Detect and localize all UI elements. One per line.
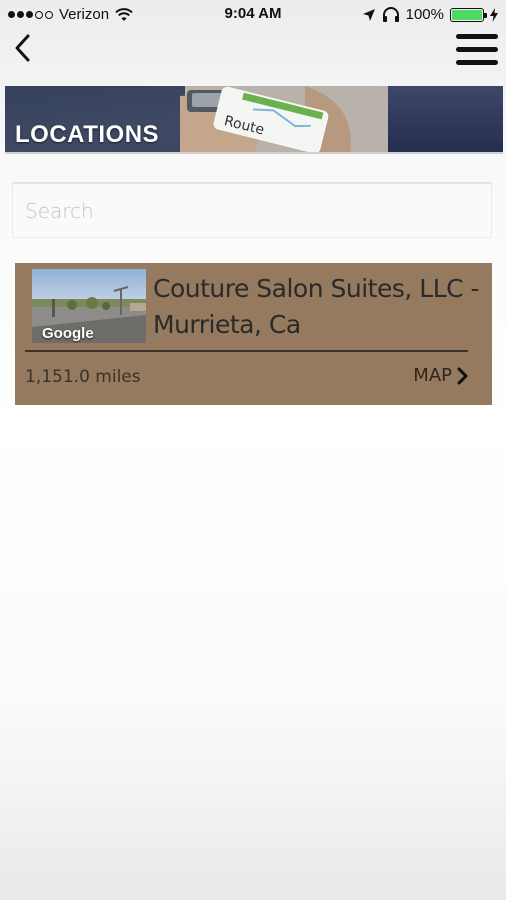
locations-banner: Route LOCATIONS (5, 86, 503, 154)
page-title: LOCATIONS (15, 121, 160, 148)
headphones-icon (382, 6, 399, 22)
location-thumbnail: Google (32, 269, 146, 343)
map-label: MAP (413, 365, 452, 386)
back-button[interactable] (10, 33, 38, 63)
chevron-right-icon (457, 367, 468, 384)
search-box (12, 182, 492, 238)
status-bar: Verizon 9:04 AM 100% (0, 0, 506, 30)
battery-percent: 100% (405, 6, 444, 23)
google-watermark: Google (42, 325, 94, 342)
nav-bar (0, 30, 506, 80)
location-arrow-icon (362, 8, 375, 21)
map-button[interactable]: MAP (413, 365, 468, 386)
battery-fill (452, 9, 482, 20)
status-right: 100% (362, 6, 498, 23)
location-name: Couture Salon Suites, LLC - Murrieta, Ca (153, 274, 480, 339)
location-distance: 1,151.0 miles (25, 367, 141, 387)
card-divider (25, 350, 468, 352)
search-input[interactable] (13, 184, 491, 237)
menu-button[interactable] (456, 34, 498, 68)
charging-bolt-icon (490, 7, 498, 22)
chevron-left-icon (15, 34, 30, 62)
battery-icon (450, 7, 487, 22)
location-card[interactable]: Google Couture Salon Suites, LLC - Murri… (15, 263, 492, 405)
